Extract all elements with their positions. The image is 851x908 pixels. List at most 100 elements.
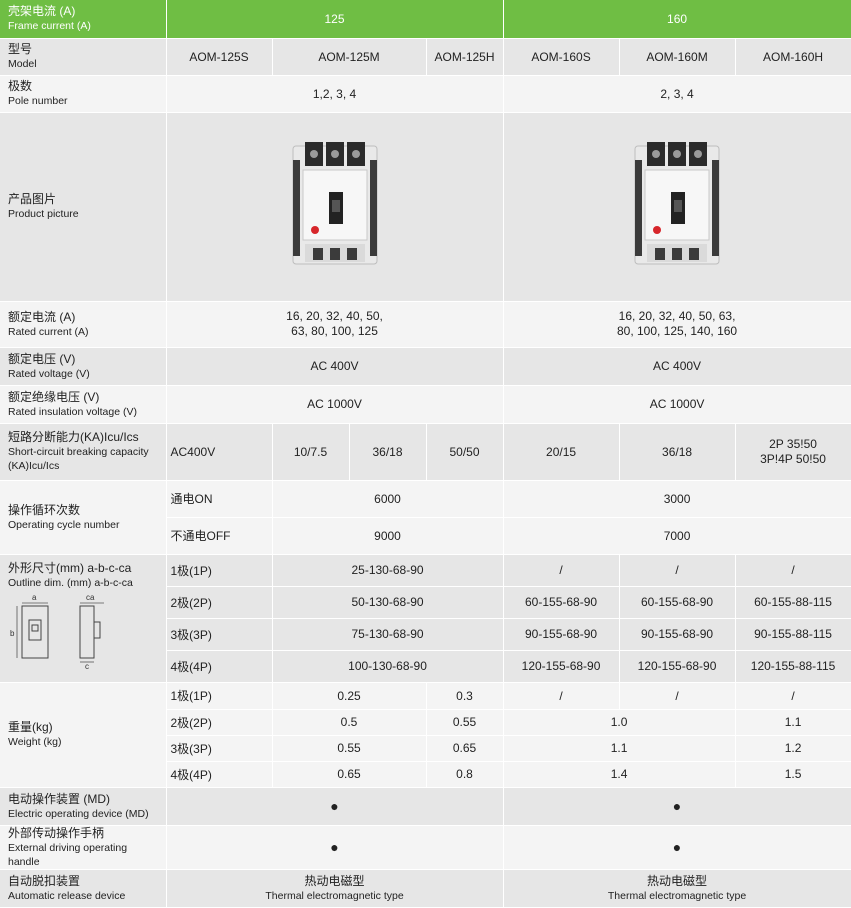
cycles-off-125: 9000	[272, 517, 504, 555]
breaking-cell: 10/7.5	[272, 423, 350, 481]
md-label: 电动操作装置 (MD) Electric operating device (M…	[0, 787, 167, 826]
outline-160s: 120-155-68-90	[503, 650, 620, 683]
weight-125h: 0.8	[426, 761, 504, 788]
weight-125sm: 0.65	[272, 761, 427, 788]
model-cell: AOM-160S	[503, 38, 620, 76]
model-label: 型号 Model	[0, 38, 167, 76]
md-row: 电动操作装置 (MD) Electric operating device (M…	[0, 787, 851, 826]
outline-160h: 90-155-88-115	[735, 618, 851, 651]
picture-row: 产品图片 Product picture	[0, 112, 851, 302]
outline-160m: 120-155-68-90	[619, 650, 736, 683]
weight-pole-label: 2极(2P)	[166, 709, 273, 736]
weight-label: 重量(kg) Weight (kg)	[0, 682, 167, 788]
weight-160h: 1.1	[735, 709, 851, 736]
svg-text:a: a	[32, 593, 37, 602]
weight-row: 重量(kg) Weight (kg) 1极(1P) 0.25 0.3 / / /	[0, 682, 851, 788]
outline-125: 100-130-68-90	[272, 650, 504, 683]
outline-label: 外形尺寸(mm) a-b-c-ca Outline dim. (mm) a-b-…	[0, 554, 167, 683]
frame-current-label: 壳架电流 (A) Frame current (A)	[0, 0, 167, 39]
rated-voltage-125: AC 400V	[166, 347, 504, 386]
release-160: 热动电磁型 Thermal electromagnetic type	[503, 869, 851, 908]
rated-voltage-label: 额定电压 (V) Rated voltage (V)	[0, 347, 167, 386]
model-cell: AOM-125S	[166, 38, 273, 76]
weight-160s: /	[503, 682, 620, 710]
breaking-sub-label: AC400V	[166, 423, 273, 481]
weight-160h: 1.2	[735, 735, 851, 762]
release-row: 自动脱扣装置 Automatic release device 热动电磁型 Th…	[0, 869, 851, 908]
outline-160s: 60-155-68-90	[503, 586, 620, 619]
md-160-dot: ●	[503, 787, 851, 826]
outline-pole-label: 1极(1P)	[166, 554, 273, 587]
weight-160sm: 1.1	[503, 735, 736, 762]
weight-160h: /	[735, 682, 851, 710]
outline-pole-label: 3极(3P)	[166, 618, 273, 651]
weight-pole-label: 4极(4P)	[166, 761, 273, 788]
poles-label: 极数 Pole number	[0, 75, 167, 113]
weight-160sm: 1.0	[503, 709, 736, 736]
breaker-picture-125	[292, 142, 378, 265]
poles-125: 1,2, 3, 4	[166, 75, 504, 113]
rated-voltage-160: AC 400V	[503, 347, 851, 386]
model-row: 型号 Model AOM-125S AOM-125M AOM-125H AOM-…	[0, 38, 851, 76]
breaking-cell: 50/50	[426, 423, 504, 481]
handle-125-dot: ●	[166, 825, 504, 870]
insulation-voltage-label: 额定绝缘电压 (V) Rated insulation voltage (V)	[0, 385, 167, 424]
product-image-160	[503, 112, 851, 302]
weight-160h: 1.5	[735, 761, 851, 788]
weight-125h: 0.55	[426, 709, 504, 736]
outline-160m: 90-155-68-90	[619, 618, 736, 651]
md-125-dot: ●	[166, 787, 504, 826]
release-125: 热动电磁型 Thermal electromagnetic type	[166, 869, 504, 908]
frame-current-row: 壳架电流 (A) Frame current (A) 125 160	[0, 0, 851, 39]
poles-160: 2, 3, 4	[503, 75, 851, 113]
model-cell: AOM-160H	[735, 38, 851, 76]
svg-text:c: c	[85, 662, 89, 670]
cycles-on-label: 通电ON	[166, 480, 273, 518]
handle-row: 外部传动操作手柄 External driving operating hand…	[0, 825, 851, 870]
weight-125sm: 0.5	[272, 709, 427, 736]
svg-text:b: b	[10, 629, 15, 638]
insulation-voltage-row: 额定绝缘电压 (V) Rated insulation voltage (V) …	[0, 385, 851, 424]
cycles-on-125: 6000	[272, 480, 504, 518]
outline-160h: 120-155-88-115	[735, 650, 851, 683]
rated-current-label: 额定电流 (A) Rated current (A)	[0, 301, 167, 348]
outline-125: 75-130-68-90	[272, 618, 504, 651]
weight-125sm: 0.55	[272, 735, 427, 762]
model-cell: AOM-125M	[272, 38, 427, 76]
outline-diagram: a ca b c	[10, 593, 104, 671]
breaking-cell: 36/18	[349, 423, 427, 481]
weight-125sm: 0.25	[272, 682, 427, 710]
rated-current-row: 额定电流 (A) Rated current (A) 16, 20, 32, 4…	[0, 301, 851, 348]
outline-160h: /	[735, 554, 851, 587]
outline-125: 50-130-68-90	[272, 586, 504, 619]
outline-125: 25-130-68-90	[272, 554, 504, 587]
svg-text:ca: ca	[86, 593, 95, 602]
outline-160s: /	[503, 554, 620, 587]
cycles-off-label: 不通电OFF	[166, 517, 273, 555]
outline-160s: 90-155-68-90	[503, 618, 620, 651]
spec-table: 壳架电流 (A) Frame current (A) 125 160 型号 Mo…	[0, 0, 851, 908]
rated-voltage-row: 额定电压 (V) Rated voltage (V) AC 400V AC 40…	[0, 347, 851, 386]
outline-160m: /	[619, 554, 736, 587]
rated-current-160: 16, 20, 32, 40, 50, 63, 80, 100, 125, 14…	[503, 301, 851, 348]
breaker-picture-160	[634, 142, 720, 265]
breaking-cell: 36/18	[619, 423, 736, 481]
frame-125: 125	[166, 0, 504, 39]
insulation-voltage-125: AC 1000V	[166, 385, 504, 424]
weight-125h: 0.65	[426, 735, 504, 762]
weight-pole-label: 3极(3P)	[166, 735, 273, 762]
picture-label: 产品图片 Product picture	[0, 112, 167, 302]
rated-current-125: 16, 20, 32, 40, 50, 63, 80, 100, 125	[166, 301, 504, 348]
outline-row: 外形尺寸(mm) a-b-c-ca Outline dim. (mm) a-b-…	[0, 554, 851, 683]
model-cell: AOM-125H	[426, 38, 504, 76]
model-cell: AOM-160M	[619, 38, 736, 76]
frame-160: 160	[503, 0, 851, 39]
release-label: 自动脱扣装置 Automatic release device	[0, 869, 167, 908]
cycles-off-160: 7000	[503, 517, 851, 555]
weight-pole-label: 1极(1P)	[166, 682, 273, 710]
cycles-on-row: 操作循环次数 Operating cycle number 通电ON 6000 …	[0, 480, 851, 555]
weight-160m: /	[619, 682, 736, 710]
weight-125h: 0.3	[426, 682, 504, 710]
handle-160-dot: ●	[503, 825, 851, 870]
outline-160h: 60-155-88-115	[735, 586, 851, 619]
